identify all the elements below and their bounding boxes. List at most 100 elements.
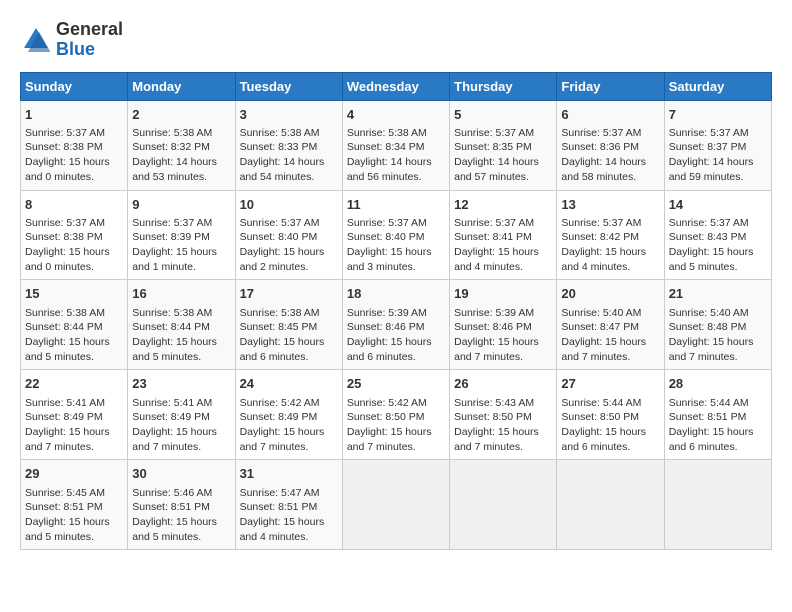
- day-info: Sunrise: 5:47 AM Sunset: 8:51 PM Dayligh…: [240, 486, 338, 545]
- day-number: 14: [669, 196, 767, 214]
- day-number: 19: [454, 285, 552, 303]
- calendar-body: 1 Sunrise: 5:37 AM Sunset: 8:38 PM Daylig…: [21, 100, 772, 550]
- logo: GeneralBlue: [20, 20, 123, 60]
- calendar-cell: 29 Sunrise: 5:45 AM Sunset: 8:51 PM Dayli…: [21, 460, 128, 550]
- day-number: 21: [669, 285, 767, 303]
- day-info: Sunrise: 5:38 AM Sunset: 8:45 PM Dayligh…: [240, 306, 338, 365]
- day-number: 28: [669, 375, 767, 393]
- calendar-cell: [450, 460, 557, 550]
- calendar-cell: 27 Sunrise: 5:44 AM Sunset: 8:50 PM Dayli…: [557, 370, 664, 460]
- day-info: Sunrise: 5:46 AM Sunset: 8:51 PM Dayligh…: [132, 486, 230, 545]
- calendar-header-row: SundayMondayTuesdayWednesdayThursdayFrid…: [21, 72, 772, 100]
- day-info: Sunrise: 5:42 AM Sunset: 8:50 PM Dayligh…: [347, 396, 445, 455]
- day-number: 29: [25, 465, 123, 483]
- day-info: Sunrise: 5:37 AM Sunset: 8:40 PM Dayligh…: [347, 216, 445, 275]
- day-number: 25: [347, 375, 445, 393]
- day-info: Sunrise: 5:37 AM Sunset: 8:43 PM Dayligh…: [669, 216, 767, 275]
- day-info: Sunrise: 5:37 AM Sunset: 8:38 PM Dayligh…: [25, 216, 123, 275]
- calendar-week-row: 1 Sunrise: 5:37 AM Sunset: 8:38 PM Daylig…: [21, 100, 772, 190]
- day-info: Sunrise: 5:44 AM Sunset: 8:50 PM Dayligh…: [561, 396, 659, 455]
- day-info: Sunrise: 5:41 AM Sunset: 8:49 PM Dayligh…: [132, 396, 230, 455]
- day-number: 22: [25, 375, 123, 393]
- day-number: 3: [240, 106, 338, 124]
- calendar-week-row: 8 Sunrise: 5:37 AM Sunset: 8:38 PM Daylig…: [21, 190, 772, 280]
- calendar-cell: 10Sunrise: 5:37 AM Sunset: 8:40 PM Dayli…: [235, 190, 342, 280]
- calendar-cell: 17 Sunrise: 5:38 AM Sunset: 8:45 PM Dayli…: [235, 280, 342, 370]
- day-number: 23: [132, 375, 230, 393]
- day-info: Sunrise: 5:37 AM Sunset: 8:38 PM Dayligh…: [25, 126, 123, 185]
- day-info: Sunrise: 5:38 AM Sunset: 8:34 PM Dayligh…: [347, 126, 445, 185]
- calendar-cell: 6Sunrise: 5:37 AM Sunset: 8:36 PM Daylig…: [557, 100, 664, 190]
- calendar-week-row: 29 Sunrise: 5:45 AM Sunset: 8:51 PM Dayli…: [21, 460, 772, 550]
- day-number: 31: [240, 465, 338, 483]
- day-info: Sunrise: 5:37 AM Sunset: 8:41 PM Dayligh…: [454, 216, 552, 275]
- calendar-cell: 16 Sunrise: 5:38 AM Sunset: 8:44 PM Dayli…: [128, 280, 235, 370]
- calendar-cell: 30 Sunrise: 5:46 AM Sunset: 8:51 PM Dayli…: [128, 460, 235, 550]
- calendar-week-row: 15 Sunrise: 5:38 AM Sunset: 8:44 PM Dayli…: [21, 280, 772, 370]
- day-info: Sunrise: 5:45 AM Sunset: 8:51 PM Dayligh…: [25, 486, 123, 545]
- calendar-cell: 9 Sunrise: 5:37 AM Sunset: 8:39 PM Daylig…: [128, 190, 235, 280]
- day-info: Sunrise: 5:38 AM Sunset: 8:44 PM Dayligh…: [25, 306, 123, 365]
- calendar-cell: 18 Sunrise: 5:39 AM Sunset: 8:46 PM Dayli…: [342, 280, 449, 370]
- calendar-cell: 1 Sunrise: 5:37 AM Sunset: 8:38 PM Daylig…: [21, 100, 128, 190]
- day-number: 27: [561, 375, 659, 393]
- calendar-table: SundayMondayTuesdayWednesdayThursdayFrid…: [20, 72, 772, 551]
- day-number: 15: [25, 285, 123, 303]
- day-number: 12: [454, 196, 552, 214]
- day-info: Sunrise: 5:37 AM Sunset: 8:37 PM Dayligh…: [669, 126, 767, 185]
- day-number: 4: [347, 106, 445, 124]
- day-number: 8: [25, 196, 123, 214]
- header-cell-monday: Monday: [128, 72, 235, 100]
- day-info: Sunrise: 5:41 AM Sunset: 8:49 PM Dayligh…: [25, 396, 123, 455]
- calendar-cell: 24Sunrise: 5:42 AM Sunset: 8:49 PM Dayli…: [235, 370, 342, 460]
- day-info: Sunrise: 5:38 AM Sunset: 8:33 PM Dayligh…: [240, 126, 338, 185]
- calendar-cell: 23 Sunrise: 5:41 AM Sunset: 8:49 PM Dayli…: [128, 370, 235, 460]
- day-info: Sunrise: 5:37 AM Sunset: 8:42 PM Dayligh…: [561, 216, 659, 275]
- header-cell-friday: Friday: [557, 72, 664, 100]
- calendar-cell: [342, 460, 449, 550]
- header-cell-tuesday: Tuesday: [235, 72, 342, 100]
- day-number: 17: [240, 285, 338, 303]
- day-info: Sunrise: 5:38 AM Sunset: 8:44 PM Dayligh…: [132, 306, 230, 365]
- calendar-cell: 21 Sunrise: 5:40 AM Sunset: 8:48 PM Dayli…: [664, 280, 771, 370]
- calendar-cell: 3 Sunrise: 5:38 AM Sunset: 8:33 PM Daylig…: [235, 100, 342, 190]
- calendar-cell: 2 Sunrise: 5:38 AM Sunset: 8:32 PM Daylig…: [128, 100, 235, 190]
- day-info: Sunrise: 5:37 AM Sunset: 8:40 PM Dayligh…: [240, 216, 338, 275]
- calendar-cell: 7Sunrise: 5:37 AM Sunset: 8:37 PM Daylig…: [664, 100, 771, 190]
- day-number: 5: [454, 106, 552, 124]
- day-number: 20: [561, 285, 659, 303]
- header-cell-sunday: Sunday: [21, 72, 128, 100]
- day-info: Sunrise: 5:38 AM Sunset: 8:32 PM Dayligh…: [132, 126, 230, 185]
- day-info: Sunrise: 5:37 AM Sunset: 8:35 PM Dayligh…: [454, 126, 552, 185]
- day-info: Sunrise: 5:39 AM Sunset: 8:46 PM Dayligh…: [454, 306, 552, 365]
- day-info: Sunrise: 5:40 AM Sunset: 8:48 PM Dayligh…: [669, 306, 767, 365]
- page-header: GeneralBlue: [20, 20, 772, 60]
- logo-text: GeneralBlue: [56, 20, 123, 60]
- day-number: 30: [132, 465, 230, 483]
- day-number: 1: [25, 106, 123, 124]
- calendar-cell: 20 Sunrise: 5:40 AM Sunset: 8:47 PM Dayli…: [557, 280, 664, 370]
- day-number: 2: [132, 106, 230, 124]
- calendar-week-row: 22 Sunrise: 5:41 AM Sunset: 8:49 PM Dayli…: [21, 370, 772, 460]
- header-cell-wednesday: Wednesday: [342, 72, 449, 100]
- day-number: 11: [347, 196, 445, 214]
- day-number: 18: [347, 285, 445, 303]
- calendar-cell: [664, 460, 771, 550]
- calendar-cell: [557, 460, 664, 550]
- calendar-cell: 4 Sunrise: 5:38 AM Sunset: 8:34 PM Daylig…: [342, 100, 449, 190]
- day-number: 16: [132, 285, 230, 303]
- day-info: Sunrise: 5:40 AM Sunset: 8:47 PM Dayligh…: [561, 306, 659, 365]
- calendar-cell: 19 Sunrise: 5:39 AM Sunset: 8:46 PM Dayli…: [450, 280, 557, 370]
- calendar-cell: 31 Sunrise: 5:47 AM Sunset: 8:51 PM Dayli…: [235, 460, 342, 550]
- day-number: 9: [132, 196, 230, 214]
- calendar-cell: 11 Sunrise: 5:37 AM Sunset: 8:40 PM Dayli…: [342, 190, 449, 280]
- calendar-cell: 22 Sunrise: 5:41 AM Sunset: 8:49 PM Dayli…: [21, 370, 128, 460]
- header-cell-saturday: Saturday: [664, 72, 771, 100]
- calendar-cell: 14 Sunrise: 5:37 AM Sunset: 8:43 PM Dayli…: [664, 190, 771, 280]
- day-info: Sunrise: 5:42 AM Sunset: 8:49 PM Dayligh…: [240, 396, 338, 455]
- day-info: Sunrise: 5:37 AM Sunset: 8:36 PM Dayligh…: [561, 126, 659, 185]
- day-info: Sunrise: 5:39 AM Sunset: 8:46 PM Dayligh…: [347, 306, 445, 365]
- calendar-cell: 25 Sunrise: 5:42 AM Sunset: 8:50 PM Dayli…: [342, 370, 449, 460]
- calendar-cell: 8 Sunrise: 5:37 AM Sunset: 8:38 PM Daylig…: [21, 190, 128, 280]
- day-info: Sunrise: 5:37 AM Sunset: 8:39 PM Dayligh…: [132, 216, 230, 275]
